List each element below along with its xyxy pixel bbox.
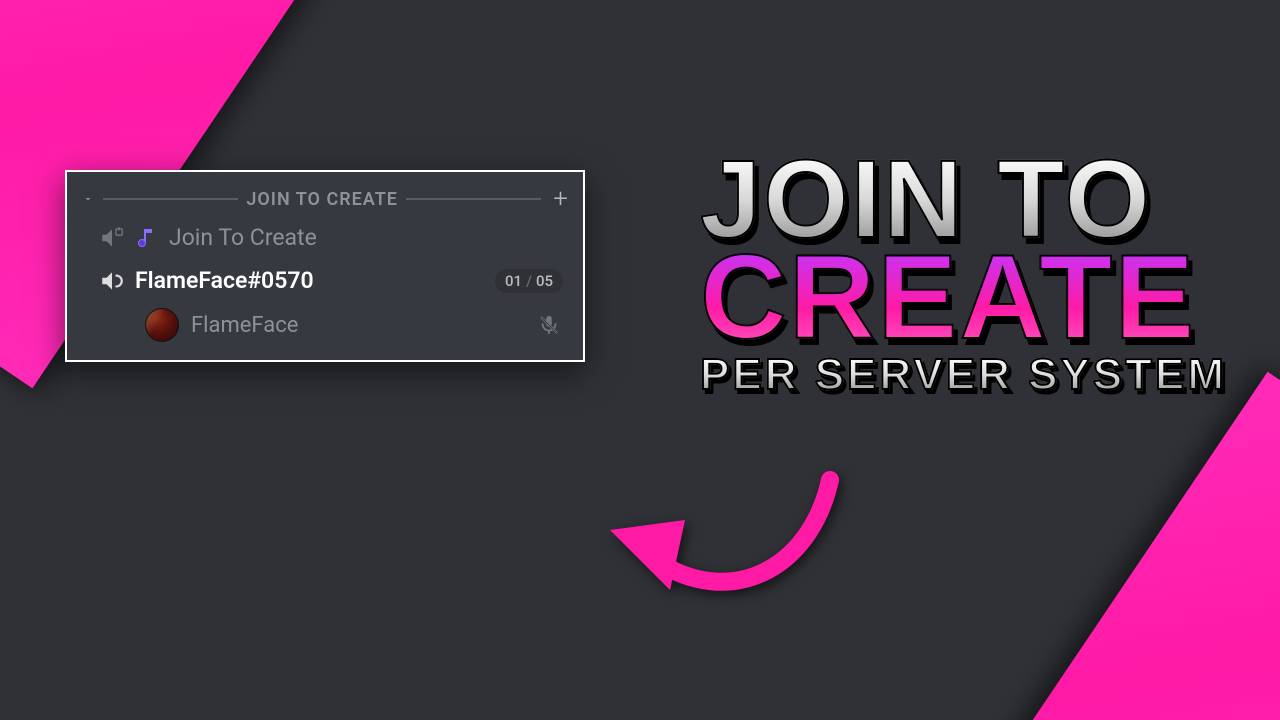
music-note-icon — [135, 226, 159, 250]
arrow-icon — [600, 450, 860, 630]
category-divider-right — [406, 198, 541, 200]
channel-label: FlameFace#0570 — [135, 267, 314, 294]
count-max: 05 — [536, 272, 553, 290]
title-line-2: CREATE — [700, 243, 1240, 351]
channel-label: Join To Create — [169, 224, 317, 251]
category-header[interactable]: JOIN TO CREATE + — [81, 184, 569, 214]
voice-channel-join-to-create[interactable]: Join To Create — [81, 214, 569, 257]
category-label: JOIN TO CREATE — [246, 189, 398, 210]
avatar — [145, 308, 179, 342]
member-name: FlameFace — [191, 313, 298, 338]
speaker-icon — [99, 268, 125, 294]
speaker-locked-icon — [99, 225, 125, 251]
voice-member-row[interactable]: FlameFace — [81, 300, 569, 346]
decorative-stripe-bottom-right — [977, 372, 1280, 720]
voice-channel-user[interactable]: FlameFace#0570 01 / 05 — [81, 257, 569, 300]
category-divider-left — [103, 198, 238, 200]
add-channel-button[interactable]: + — [549, 184, 569, 214]
count-separator: / — [526, 272, 532, 290]
mic-muted-icon[interactable] — [537, 313, 561, 337]
count-current: 01 — [505, 272, 522, 290]
discord-channel-panel: JOIN TO CREATE + Join To Create — [65, 170, 585, 362]
title-subtitle: PER SERVER SYSTEM — [700, 355, 1240, 395]
chevron-down-icon — [81, 193, 95, 205]
thumbnail-title: JOIN TO CREATE PER SERVER SYSTEM — [700, 150, 1240, 395]
user-count-badge: 01 / 05 — [495, 269, 563, 293]
